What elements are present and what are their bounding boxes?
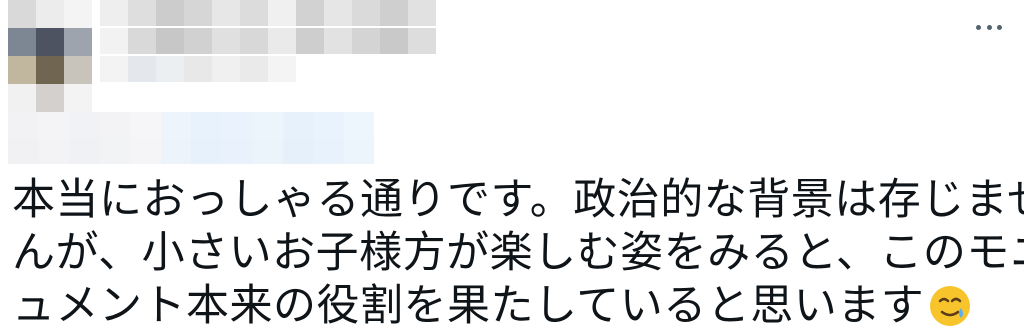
avatar[interactable]	[8, 0, 92, 112]
tweet-text-line-2: んが、小さいお子様方が楽しむ姿をみると、このモニ	[12, 228, 1024, 278]
handle-censored[interactable]	[100, 56, 296, 84]
tweet-text-line-3-text: ュメント本来の役割を果たしていると思います	[12, 281, 925, 331]
reply-to-censored[interactable]	[8, 112, 374, 164]
face-holding-back-tears-icon	[930, 286, 971, 326]
tweet-text-line-3: ュメント本来の役割を果たしていると思います	[12, 280, 1012, 333]
tweet-card: 本当におっしゃる通りです。政治的な背景は存じませ んが、小さいお子様方が楽しむ姿…	[0, 0, 1024, 333]
display-name-censored[interactable]	[100, 0, 436, 56]
more-options-icon[interactable]	[976, 20, 1002, 34]
tweet-text: 本当におっしゃる通りです。政治的な背景は存じませ んが、小さいお子様方が楽しむ姿…	[12, 174, 1024, 333]
tweet-text-line-1: 本当におっしゃる通りです。政治的な背景は存じませ	[12, 175, 1024, 225]
